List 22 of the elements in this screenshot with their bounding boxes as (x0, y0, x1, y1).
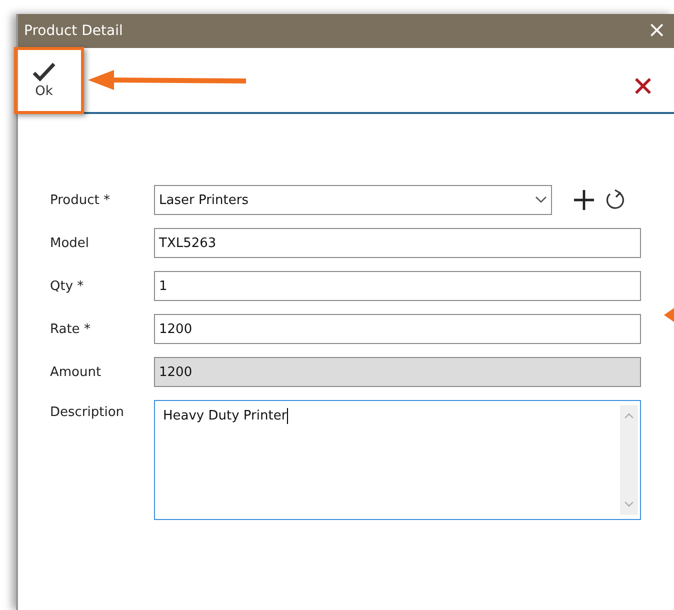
chevron-down-icon (535, 196, 547, 204)
plus-icon[interactable] (572, 188, 596, 212)
input-field[interactable]: 1 (154, 271, 641, 301)
input-field[interactable]: TXL5263 (154, 228, 641, 258)
description-field[interactable]: Heavy Duty Printer (154, 400, 641, 520)
field-label: Qty * (50, 278, 85, 294)
field-label: Rate * (50, 322, 92, 336)
ok-button[interactable]: Ok (22, 58, 66, 102)
checkmark-icon (32, 62, 56, 82)
field-label: Description (50, 404, 126, 420)
field-label: Model (50, 236, 90, 250)
refresh-icon[interactable] (604, 188, 626, 212)
input-field[interactable]: 1200 (154, 357, 641, 387)
input-field[interactable]: 1200 (154, 314, 641, 344)
highlight-frame (14, 47, 84, 114)
field-label: Product * (50, 192, 111, 208)
field-label: Amount (50, 364, 102, 380)
arrow-head-icon (664, 308, 674, 322)
close-icon (634, 77, 652, 95)
window-title: Product Detail (24, 23, 123, 39)
close-button[interactable]: × (646, 20, 668, 42)
product-dropdown[interactable]: Laser Printers (154, 185, 552, 215)
